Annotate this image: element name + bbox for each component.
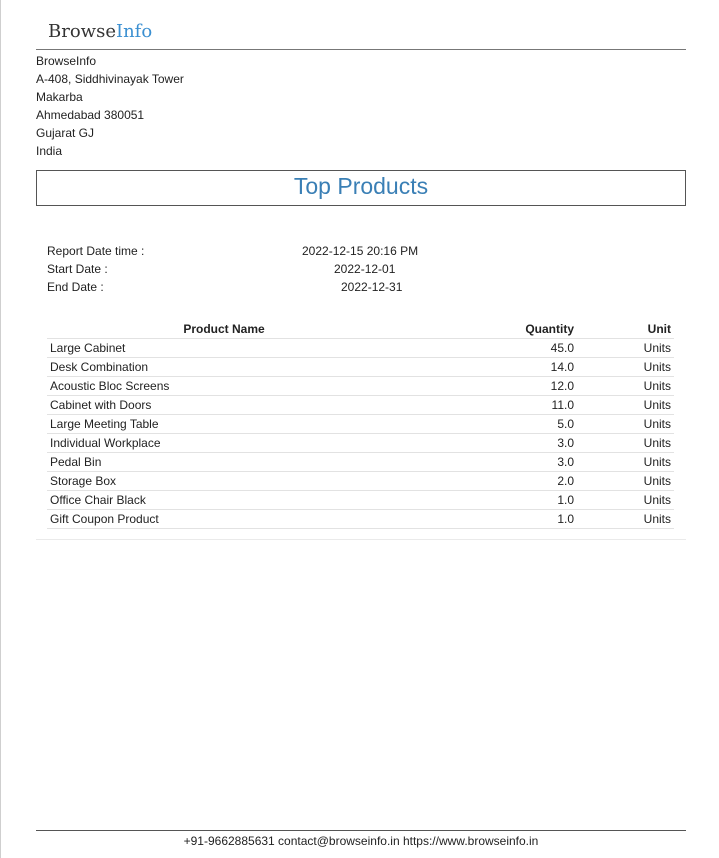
address-line-street: A-408, Siddhivinayak Tower	[36, 72, 184, 86]
logo-text-browse: Browse	[48, 21, 116, 42]
report-title: Top Products	[293, 173, 429, 199]
cell-quantity: 3.0	[401, 452, 577, 472]
products-table: Product Name Quantity Unit Large Cabinet…	[47, 320, 674, 529]
cell-unit: Units	[577, 357, 674, 377]
cell-unit: Units	[577, 338, 674, 358]
meta-label: Start Date :	[47, 262, 108, 276]
cell-quantity: 2.0	[401, 471, 577, 491]
table-row: Pedal Bin 3.0 Units	[47, 452, 674, 472]
table-row: Cabinet with Doors 11.0 Units	[47, 395, 674, 415]
table-row: Individual Workplace 3.0 Units	[47, 433, 674, 453]
cell-unit: Units	[577, 376, 674, 396]
cell-product-name: Cabinet with Doors	[47, 395, 401, 415]
cell-quantity: 3.0	[401, 433, 577, 453]
meta-value: 2022-12-15 20:16 PM	[302, 244, 419, 258]
table-row: Desk Combination 14.0 Units	[47, 357, 674, 377]
address-line-area: Makarba	[36, 90, 83, 104]
meta-row-start-date: Start Date : 2022-12-01	[47, 260, 467, 278]
cell-quantity: 11.0	[401, 395, 577, 415]
cell-product-name: Gift Coupon Product	[47, 509, 401, 529]
table-row: Large Meeting Table 5.0 Units	[47, 414, 674, 434]
address-line-state: Gujarat GJ	[36, 126, 95, 140]
column-header-unit: Unit	[577, 320, 674, 339]
address-line-city: Ahmedabad 380051	[36, 108, 145, 122]
cell-unit: Units	[577, 452, 674, 472]
logo-text-info: Info	[115, 21, 153, 42]
cell-quantity: 5.0	[401, 414, 577, 434]
company-name: BrowseInfo	[36, 54, 97, 68]
meta-label: End Date :	[47, 280, 104, 294]
company-address: BrowseInfo A-408, Siddhivinayak Tower Ma…	[36, 52, 184, 160]
cell-product-name: Acoustic Bloc Screens	[47, 376, 401, 396]
meta-value: 2022-12-01	[334, 262, 396, 276]
cell-product-name: Large Cabinet	[47, 338, 401, 358]
cell-quantity: 14.0	[401, 357, 577, 377]
page-left-border	[0, 0, 1, 858]
cell-product-name: Office Chair Black	[47, 490, 401, 510]
cell-unit: Units	[577, 395, 674, 415]
meta-value: 2022-12-31	[341, 280, 403, 294]
cell-unit: Units	[577, 509, 674, 529]
table-end-divider	[36, 539, 686, 540]
cell-product-name: Pedal Bin	[47, 452, 401, 472]
cell-unit: Units	[577, 414, 674, 434]
meta-row-end-date: End Date : 2022-12-31	[47, 278, 467, 296]
cell-quantity: 1.0	[401, 509, 577, 529]
cell-product-name: Individual Workplace	[47, 433, 401, 453]
address-line-country: India	[36, 144, 63, 158]
cell-unit: Units	[577, 490, 674, 510]
cell-quantity: 45.0	[401, 338, 577, 358]
column-header-product-name: Product Name	[47, 320, 401, 339]
meta-row-report-datetime: Report Date time : 2022-12-15 20:16 PM	[47, 242, 467, 260]
footer-contact: +91-9662885631 contact@browseinfo.in htt…	[183, 834, 539, 848]
cell-unit: Units	[577, 471, 674, 491]
table-header-row: Product Name Quantity Unit	[47, 320, 674, 339]
cell-product-name: Large Meeting Table	[47, 414, 401, 434]
table-row: Acoustic Bloc Screens 12.0 Units	[47, 376, 674, 396]
cell-quantity: 12.0	[401, 376, 577, 396]
header-divider	[36, 49, 686, 50]
footer-divider	[36, 830, 686, 831]
table-row: Large Cabinet 45.0 Units	[47, 338, 674, 358]
cell-unit: Units	[577, 433, 674, 453]
column-header-quantity: Quantity	[401, 320, 577, 339]
cell-quantity: 1.0	[401, 490, 577, 510]
cell-product-name: Desk Combination	[47, 357, 401, 377]
meta-label: Report Date time :	[47, 244, 145, 258]
table-row: Office Chair Black 1.0 Units	[47, 490, 674, 510]
table-row: Storage Box 2.0 Units	[47, 471, 674, 491]
company-logo: BrowseInfo	[48, 21, 152, 42]
table-row: Gift Coupon Product 1.0 Units	[47, 509, 674, 529]
report-meta: Report Date time : 2022-12-15 20:16 PM S…	[47, 242, 467, 296]
cell-product-name: Storage Box	[47, 471, 401, 491]
report-title-box: Top Products	[36, 170, 686, 206]
